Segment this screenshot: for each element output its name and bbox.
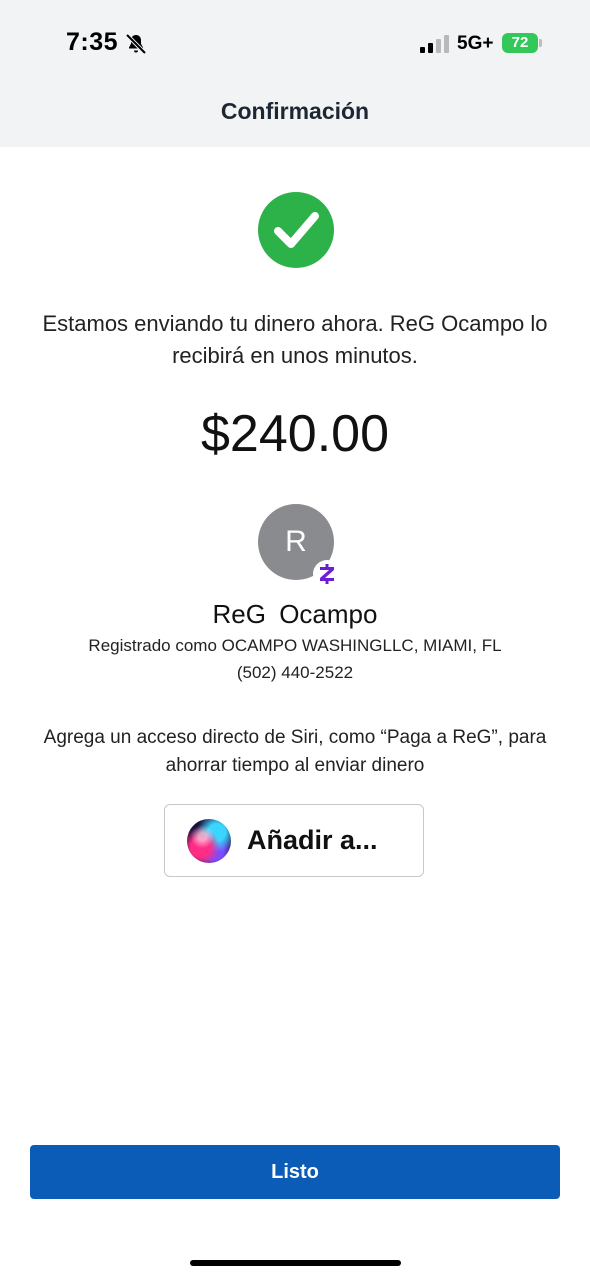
- top-bar: 7:35 5G+ 72 Confirmación: [0, 0, 590, 147]
- battery-cap: [539, 39, 542, 47]
- transfer-amount: $240.00: [201, 405, 389, 463]
- recipient-phone: (502) 440-2522: [236, 663, 354, 682]
- signal-icon: [420, 35, 449, 53]
- network-label: 5G+: [457, 33, 494, 54]
- zelle-badge: [313, 560, 341, 588]
- add-to-siri-button[interactable]: Añadir a...: [164, 804, 424, 877]
- home-indicator[interactable]: [190, 1260, 401, 1266]
- confirmation-message: Estamos enviando tu dinero ahora. ReG Oc…: [42, 311, 548, 368]
- done-button[interactable]: Listo: [30, 1145, 560, 1199]
- recipient-name: ReG Ocampo: [212, 599, 378, 629]
- siri-shortcut-prompt: Agrega un acceso directo de Siri, como “…: [43, 727, 547, 776]
- zelle-icon: [320, 564, 334, 584]
- bell-off-icon: [125, 33, 147, 55]
- siri-icon: [187, 819, 231, 863]
- check-circle-icon: [258, 192, 334, 268]
- page-title: Confirmación: [220, 98, 370, 124]
- battery-indicator: 72: [502, 33, 538, 53]
- add-to-siri-label: Añadir a...: [247, 825, 378, 855]
- status-time: 7:35: [66, 28, 119, 56]
- recipient-registered-as: Registrado como OCAMPO WASHINGLLC, MIAMI…: [88, 636, 502, 655]
